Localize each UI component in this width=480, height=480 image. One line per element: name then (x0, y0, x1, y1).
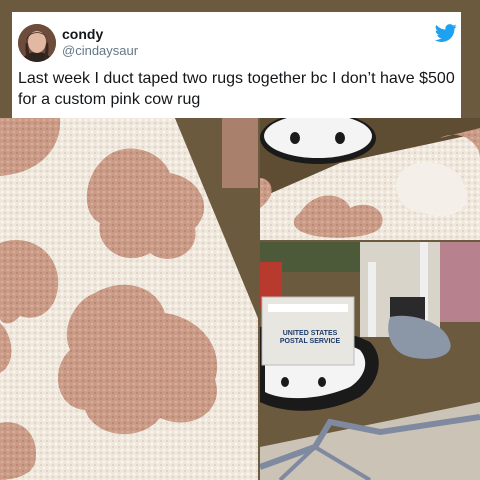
rug-closeup-photo (0, 118, 258, 480)
package-photo: UNITED STATES POSTAL SERVICE (260, 242, 480, 480)
display-name[interactable]: condy (62, 26, 103, 42)
rug-overview-photo (260, 118, 480, 240)
package-label-text: UNITED STATES POSTAL SERVICE (279, 330, 341, 345)
twitter-bird-icon (434, 22, 457, 44)
tweet-card: condy @cindaysaur Last week I duct taped… (12, 12, 461, 118)
user-handle[interactable]: @cindaysaur (62, 43, 138, 58)
tweet-text: Last week I duct taped two rugs together… (18, 70, 455, 108)
avatar[interactable] (18, 24, 56, 62)
